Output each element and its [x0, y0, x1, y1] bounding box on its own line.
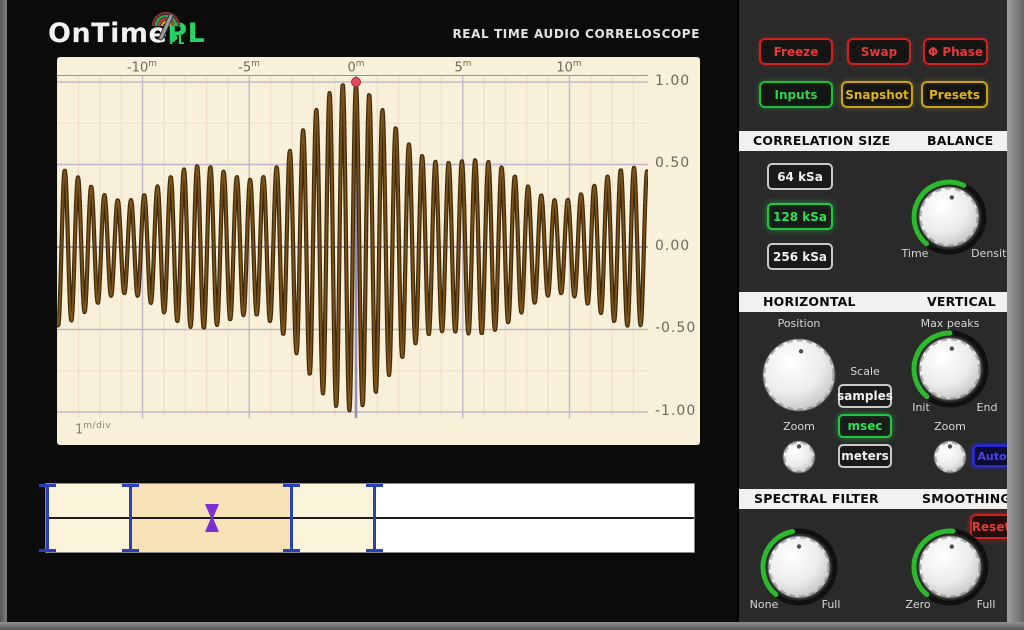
navigator-bracket-marker[interactable] [129, 484, 132, 552]
vertical-min-label: Init [901, 401, 941, 415]
section-header-strip: SPECTRAL FILTER SMOOTHING [739, 489, 1009, 509]
spectral-min-label: None [744, 598, 784, 612]
app-logo-icon: PL [148, 8, 184, 48]
logo-text: PL [169, 33, 184, 47]
y-tick: 1.00 [655, 73, 699, 89]
control-panel: Freeze Swap Φ Phase Inputs Snapshot Pres… [737, 0, 1007, 630]
auto-button[interactable]: Auto [972, 444, 1012, 468]
corr-size-256-button[interactable]: 256 kSa [767, 243, 833, 270]
spectral-filter-title: SPECTRAL FILTER [754, 491, 879, 506]
window-subtitle: REAL TIME AUDIO CORRELOSCOPE [452, 27, 700, 41]
y-tick: -1.00 [655, 403, 699, 419]
correlogram-waveform [57, 75, 648, 418]
horizontal-zoom-knob[interactable] [774, 432, 824, 486]
x-tick: -10m [118, 59, 166, 75]
presets-button[interactable]: Presets [921, 81, 988, 108]
scale-meters-button[interactable]: meters [838, 444, 892, 468]
x-tick: 5m [439, 59, 487, 75]
main-area: OnTimePL PL REAL TIME AUDIO CORRELOSCOPE… [0, 0, 737, 630]
spectral-max-label: Full [811, 598, 851, 612]
scale-samples-button[interactable]: samples [838, 384, 892, 408]
swap-button[interactable]: Swap [847, 38, 911, 65]
scale-msec-button[interactable]: msec [838, 414, 892, 438]
horizontal-title: HORIZONTAL [763, 294, 856, 309]
section-header-strip: CORRELATION SIZE BALANCE [739, 131, 1009, 151]
correlation-size-title: CORRELATION SIZE [753, 133, 890, 148]
range-center-marker-icon[interactable] [203, 504, 221, 532]
scale-label: Scale [838, 365, 892, 379]
window-frame-bottom [0, 622, 1024, 630]
navigator-bracket-marker[interactable] [373, 484, 376, 552]
freeze-button[interactable]: Freeze [759, 38, 833, 65]
corr-size-64-button[interactable]: 64 kSa [767, 163, 833, 190]
x-tick: 10m [545, 59, 593, 75]
phase-button[interactable]: Φ Phase [923, 38, 988, 65]
y-tick: 0.50 [655, 155, 699, 171]
navigator-bracket-marker[interactable] [290, 484, 293, 552]
x-tick: 0m [332, 59, 380, 75]
smoothing-min-label: Zero [898, 598, 938, 612]
vertical-max-label: End [967, 401, 1007, 415]
corr-size-128-button[interactable]: 128 kSa [767, 203, 833, 230]
navigator-bracket-marker[interactable] [46, 484, 49, 552]
window-frame-right [1007, 0, 1024, 630]
balance-min-label: Time [895, 247, 935, 261]
per-division-label: 1m/div [75, 421, 111, 437]
navigator-baseline [46, 517, 694, 519]
vertical-title: VERTICAL [927, 294, 996, 309]
app-window: OnTimePL PL REAL TIME AUDIO CORRELOSCOPE… [0, 0, 1024, 630]
section-header-strip: HORIZONTAL VERTICAL [739, 292, 1009, 312]
position-knob[interactable] [754, 330, 844, 424]
inputs-button[interactable]: Inputs [759, 81, 833, 108]
y-tick: 0.00 [655, 238, 699, 254]
position-label: Position [764, 317, 834, 331]
range-navigator[interactable] [45, 483, 695, 553]
vertical-zoom-knob[interactable] [925, 432, 975, 486]
balance-title: BALANCE [927, 133, 993, 148]
smoothing-max-label: Full [966, 598, 1006, 612]
window-frame-left [0, 0, 7, 630]
x-tick: -5m [225, 59, 273, 75]
y-tick: -0.50 [655, 320, 699, 336]
correlogram-display: -10m -5m 0m 5m 10m 1.00 0.50 0.00 -0.50 … [57, 57, 700, 445]
smoothing-title: SMOOTHING [922, 491, 1011, 506]
snapshot-button[interactable]: Snapshot [841, 81, 913, 108]
